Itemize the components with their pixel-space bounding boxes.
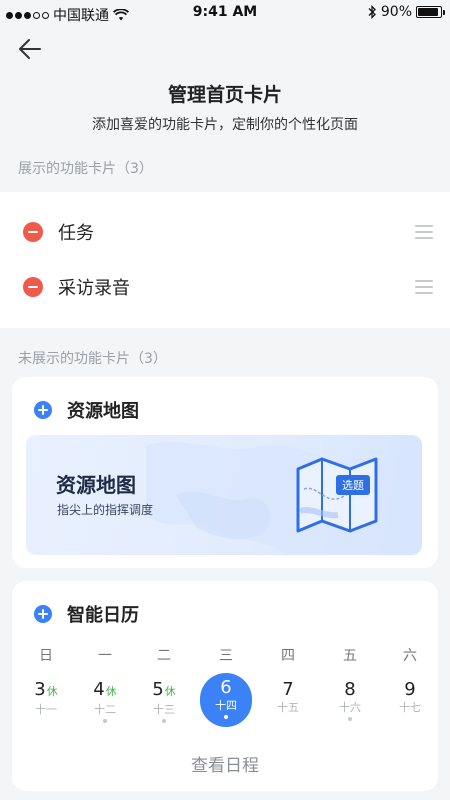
date-cell[interactable]: 9 十七 (384, 675, 436, 731)
page-subtitle: 添加喜爱的功能卡片，定制你的个性化页面 (92, 117, 358, 133)
smart-calendar-card: 智能日历 日一二三四五六 3休 十一 4休 十二 5休 十三 6 十四 7 十五 8 十六 9 十七 查看… (12, 581, 438, 791)
date-cell-selected[interactable]: 6 十四 (200, 673, 252, 727)
drag-handle-icon[interactable] (415, 280, 433, 294)
date-cell[interactable]: 4休 十二 (79, 675, 131, 731)
date-cell[interactable]: 3休 十一 (20, 675, 72, 731)
date-number-line: 4休 (79, 679, 131, 703)
status-right: 90% (367, 4, 445, 20)
holiday-rest-badge: 休 (164, 685, 176, 698)
lunar-date: 十一 (35, 703, 57, 716)
remove-icon[interactable] (23, 222, 43, 242)
add-icon[interactable] (34, 401, 52, 419)
event-dot-icon (348, 717, 352, 721)
date-number: 8 (344, 679, 356, 700)
battery-icon (416, 6, 445, 18)
resource-map-card: 资源地图 资源地图 指尖上的指挥调度 选题 (12, 377, 438, 568)
date-number: 4 (93, 679, 105, 700)
date-number-line: 7 (262, 679, 314, 701)
card-header: 智能日历 (34, 601, 139, 627)
banner-subtitle: 指尖上的指挥调度 (57, 503, 154, 517)
status-bar: 中国联通 9:41 AM 90% (0, 0, 450, 26)
date-number: 7 (282, 679, 294, 700)
banner-title: 资源地图 (56, 473, 136, 497)
holiday-rest-badge: 休 (105, 685, 117, 698)
bluetooth-icon (368, 5, 376, 19)
view-schedule-link[interactable]: 查看日程 (12, 751, 438, 776)
page-title: 管理首页卡片 (167, 84, 282, 106)
holiday-rest-badge: 休 (46, 685, 58, 698)
add-icon[interactable] (34, 605, 52, 623)
lunar-date: 十五 (277, 701, 299, 714)
event-dot-icon (103, 719, 107, 723)
card-header: 资源地图 (34, 397, 139, 423)
topic-badge-label: 选题 (342, 479, 364, 492)
shown-item-task: 任务 (0, 204, 450, 260)
weekday-label: 日 (39, 648, 53, 664)
date-number-line: 6 (200, 677, 252, 699)
weekday-label: 五 (343, 648, 357, 664)
weekday-label: 六 (403, 648, 417, 664)
date-row: 3休 十一 4休 十二 5休 十三 6 十四 7 十五 8 十六 9 十七 (12, 673, 438, 735)
date-number: 5 (152, 679, 164, 700)
date-number: 6 (220, 677, 232, 698)
battery-percent: 90% (380, 4, 412, 20)
weekday-label: 二 (157, 648, 171, 664)
date-number-line: 5休 (138, 679, 190, 703)
resource-map-banner[interactable]: 资源地图 指尖上的指挥调度 选题 (26, 435, 422, 555)
date-cell[interactable]: 8 十六 (324, 675, 376, 731)
folded-map-icon (296, 457, 378, 533)
shown-item-label: 任务 (58, 223, 94, 244)
date-cell[interactable]: 7 十五 (262, 675, 314, 731)
drag-handle-icon[interactable] (415, 225, 433, 239)
date-number-line: 8 (324, 679, 376, 701)
date-number-line: 3休 (20, 679, 72, 703)
remove-icon[interactable] (23, 277, 43, 297)
weekday-row: 日一二三四五六 (12, 645, 438, 665)
lunar-date: 十三 (153, 703, 175, 716)
shown-item-interview-recording: 采访录音 (0, 259, 450, 315)
shown-card-list: 任务 采访录音 (0, 192, 450, 328)
back-button[interactable] (18, 38, 42, 60)
date-number: 9 (404, 679, 416, 700)
date-cell[interactable]: 5休 十三 (138, 675, 190, 731)
shown-item-label: 采访录音 (58, 278, 130, 299)
hidden-section-label: 未展示的功能卡片（3） (18, 351, 167, 367)
lunar-date: 十六 (339, 701, 361, 714)
event-dot-icon (224, 715, 228, 719)
lunar-date: 十四 (215, 699, 237, 712)
date-number: 3 (34, 679, 46, 700)
event-dot-icon (162, 719, 166, 723)
lunar-date: 十二 (94, 703, 116, 716)
weekday-label: 三 (219, 648, 233, 664)
topic-badge: 选题 (336, 475, 370, 495)
card-title: 资源地图 (67, 401, 139, 422)
weekday-label: 四 (281, 648, 295, 664)
date-number-line: 9 (384, 679, 436, 701)
card-title: 智能日历 (67, 605, 139, 626)
lunar-date: 十七 (399, 701, 421, 714)
shown-section-label: 展示的功能卡片（3） (18, 161, 153, 177)
weekday-label: 一 (98, 648, 112, 664)
